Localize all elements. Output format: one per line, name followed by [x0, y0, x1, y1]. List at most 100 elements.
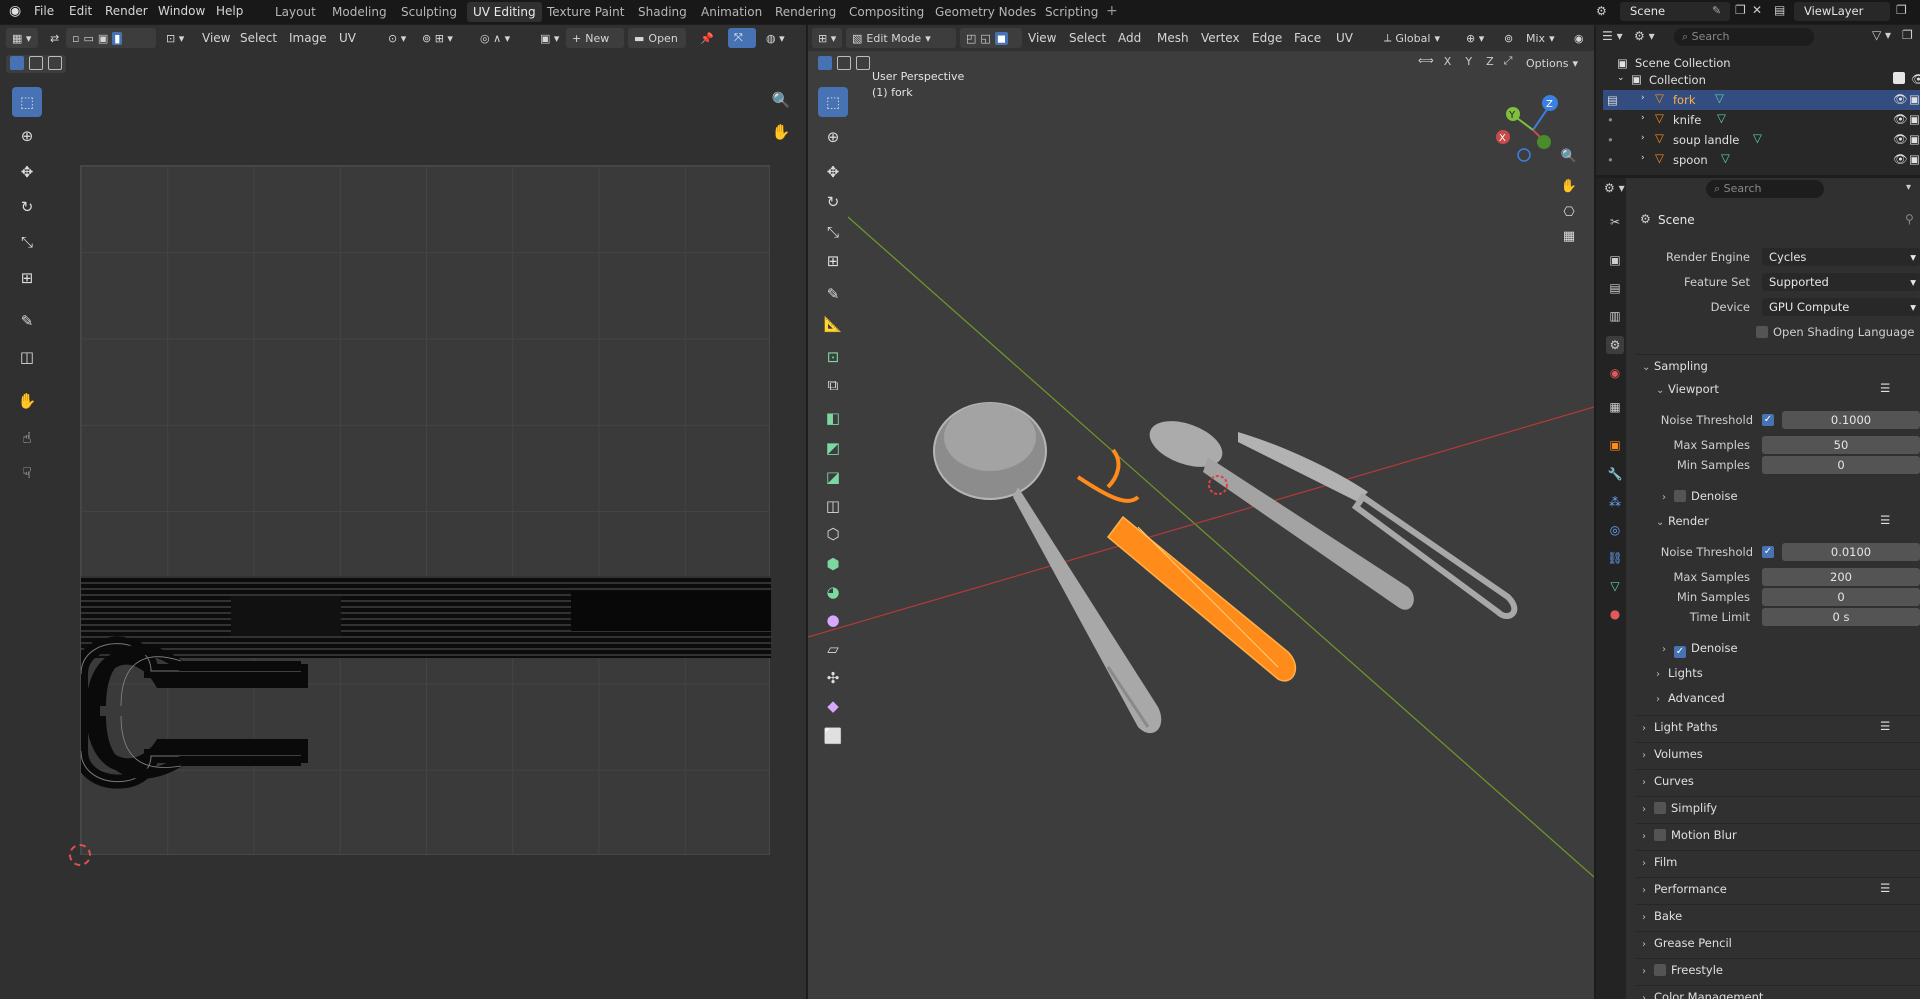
- edit-mode-indicator-icon[interactable]: ▤: [1607, 93, 1618, 107]
- tool-tab-icon[interactable]: ✂: [1606, 213, 1624, 231]
- extrude-region-tool[interactable]: ⧉: [818, 370, 848, 400]
- visibility-eye-icon[interactable]: 👁: [1893, 112, 1908, 126]
- pivot-icon[interactable]: ⊙ ▾: [382, 28, 412, 48]
- image-browse-icon[interactable]: ▣ ▾: [534, 28, 565, 48]
- mesh-data-icon[interactable]: ▽: [1717, 111, 1726, 125]
- render-subpanel-header[interactable]: ⌄ Render ☰: [1650, 511, 1920, 533]
- outliner-item-fork[interactable]: ▤ › ▽ fork ▽ 👁 ▣: [1603, 90, 1920, 110]
- inset-faces-tool[interactable]: ◧: [818, 403, 848, 433]
- visibility-eye-icon[interactable]: 👁: [1911, 72, 1920, 86]
- edge-slide-tool[interactable]: ◆: [818, 691, 848, 721]
- vp-cursor-tool[interactable]: ⊕: [818, 122, 848, 152]
- mode-selector[interactable]: ▧ Edit Mode ▾: [846, 28, 956, 48]
- rip-tool[interactable]: ◫: [12, 342, 42, 372]
- auto-merge-icon[interactable]: ⤢: [1504, 54, 1513, 74]
- viewport-noise-threshold-checkbox[interactable]: ✓: [1762, 414, 1774, 426]
- loop-cut-tool[interactable]: ◪: [818, 462, 848, 492]
- viewport-denoise-header[interactable]: › Denoise: [1656, 486, 1920, 508]
- vp-menu-view[interactable]: View: [1028, 31, 1056, 45]
- to-sphere-tool[interactable]: ⬜: [818, 721, 848, 751]
- proportional-edit-toggle-icon[interactable]: ◉: [1568, 28, 1590, 48]
- scene-selector[interactable]: Scene ✎: [1620, 2, 1730, 21]
- vp-menu-face[interactable]: Face: [1294, 31, 1321, 45]
- outliner-collection[interactable]: ⌄ ▣ Collection 👁: [1603, 70, 1920, 90]
- film-panel-header[interactable]: › Film: [1636, 850, 1920, 872]
- freestyle-panel-header[interactable]: › Freestyle: [1636, 958, 1920, 980]
- simplify-panel-header[interactable]: › Simplify: [1636, 796, 1920, 818]
- simplify-checkbox[interactable]: [1654, 802, 1666, 814]
- uv-menu-uv[interactable]: UV: [339, 31, 356, 45]
- bevel-tool[interactable]: ◩: [818, 433, 848, 463]
- expand-chevron-icon[interactable]: ›: [1641, 113, 1645, 123]
- vp-select-box-tool[interactable]: ⬚: [818, 87, 848, 117]
- performance-panel-header[interactable]: › Performance ☰: [1636, 877, 1920, 899]
- sticky-selection-icon[interactable]: ⊡ ▾: [160, 28, 190, 48]
- render-max-samples-field[interactable]: 200: [1762, 568, 1920, 586]
- motion-blur-checkbox[interactable]: [1654, 829, 1666, 841]
- viewport-subpanel-header[interactable]: ⌄ Viewport ☰: [1650, 379, 1920, 401]
- transform-orientation-selector[interactable]: ⟂ Global ▾: [1378, 28, 1446, 48]
- options-dropdown[interactable]: Options ▾: [1520, 53, 1588, 73]
- expand-chevron-icon[interactable]: ›: [1641, 153, 1645, 163]
- zoom-viewport-icon[interactable]: 🔍: [1556, 143, 1582, 169]
- visibility-eye-icon[interactable]: 👁: [1893, 132, 1908, 146]
- mirror-z-toggle[interactable]: Z: [1482, 54, 1498, 74]
- render-denoise-checkbox[interactable]: ✓: [1674, 646, 1686, 658]
- tab-compositing[interactable]: Compositing: [843, 2, 930, 22]
- properties-search-input[interactable]: ⌕ Search: [1706, 180, 1824, 198]
- tab-texture-paint[interactable]: Texture Paint: [541, 2, 630, 22]
- editor-type-icon[interactable]: ▦ ▾: [6, 28, 38, 48]
- viewport-min-samples-field[interactable]: 0: [1762, 456, 1920, 474]
- add-workspace-icon[interactable]: +: [1106, 3, 1118, 19]
- menu-help[interactable]: Help: [216, 4, 243, 18]
- render-engine-dropdown[interactable]: Cycles ▾: [1762, 248, 1920, 266]
- vertex-select-icon[interactable]: ◰: [966, 32, 976, 45]
- tab-modeling[interactable]: Modeling: [326, 2, 393, 22]
- shear-tool[interactable]: ▱: [818, 634, 848, 664]
- pan-hand-icon[interactable]: ✋: [768, 119, 794, 145]
- new-viewlayer-icon[interactable]: ❐: [1896, 3, 1907, 17]
- mesh-select-mode-group[interactable]: ◰ ◱ ◼: [960, 28, 1022, 48]
- pinch-tool[interactable]: ☟: [12, 458, 42, 488]
- annotate-tool[interactable]: ✎: [12, 306, 42, 336]
- tab-animation[interactable]: Animation: [695, 2, 768, 22]
- snap-toggle-icon[interactable]: ⊚: [1498, 28, 1519, 48]
- transform-tool[interactable]: ⊞: [12, 263, 42, 293]
- uv-select-mode-group[interactable]: ▫ ▭ ▣ ▮: [66, 28, 156, 48]
- sampling-panel-header[interactable]: ⌄ Sampling: [1636, 354, 1920, 376]
- mesh-data-icon[interactable]: ▽: [1721, 151, 1730, 165]
- delete-scene-icon[interactable]: ✕: [1752, 3, 1762, 17]
- expand-chevron-icon[interactable]: ›: [1641, 133, 1645, 143]
- rip-region-tool[interactable]: ✣: [818, 663, 848, 693]
- mirror-y-toggle[interactable]: Y: [1461, 54, 1477, 74]
- mesh-data-icon[interactable]: ▽: [1753, 131, 1762, 145]
- face-select-icon[interactable]: ◼: [994, 31, 1008, 45]
- pivot-point-icon[interactable]: ⊕ ▾: [1460, 28, 1490, 48]
- subtract-selection-icon[interactable]: [856, 56, 870, 70]
- outliner-item-soup-landle[interactable]: • › ▽ soup landle ▽ 👁 ▣: [1603, 130, 1920, 150]
- snap-icon[interactable]: ⊚ ⊞ ▾: [416, 28, 459, 48]
- knife-tool[interactable]: ◫: [818, 491, 848, 521]
- shrink-fatten-tool[interactable]: ●: [818, 605, 848, 635]
- selection-mode-group[interactable]: [6, 55, 66, 73]
- outliner-search-input[interactable]: ⌕ Search: [1674, 28, 1814, 46]
- feature-set-dropdown[interactable]: Supported ▾: [1762, 273, 1920, 291]
- add-cube-tool[interactable]: ⊡: [818, 342, 848, 372]
- material-tab-icon[interactable]: ●: [1606, 605, 1624, 623]
- mesh-data-icon[interactable]: ▽: [1715, 91, 1724, 105]
- new-image-button[interactable]: + New: [566, 28, 624, 48]
- proportional-edit-icon[interactable]: ◎ ∧ ▾: [474, 28, 516, 48]
- perspective-toggle-icon[interactable]: ▦: [1556, 223, 1582, 249]
- vp-scale-tool[interactable]: ⤡: [818, 217, 848, 247]
- edge-mode-icon[interactable]: ▭: [83, 32, 93, 45]
- face-mode-icon[interactable]: ▣: [98, 32, 108, 45]
- extend-selection-icon[interactable]: [29, 56, 43, 70]
- open-image-button[interactable]: ▬ Open: [628, 28, 686, 48]
- presets-list-icon[interactable]: ☰: [1880, 881, 1890, 895]
- render-camera-icon[interactable]: ▣: [1909, 132, 1920, 146]
- uv-menu-view[interactable]: View: [202, 31, 230, 45]
- visibility-eye-icon[interactable]: 👁: [1893, 152, 1908, 166]
- smooth-tool[interactable]: ◕: [818, 577, 848, 607]
- tab-geometry-nodes[interactable]: Geometry Nodes: [929, 2, 1042, 22]
- viewlayer-icon[interactable]: ▤: [1774, 3, 1785, 17]
